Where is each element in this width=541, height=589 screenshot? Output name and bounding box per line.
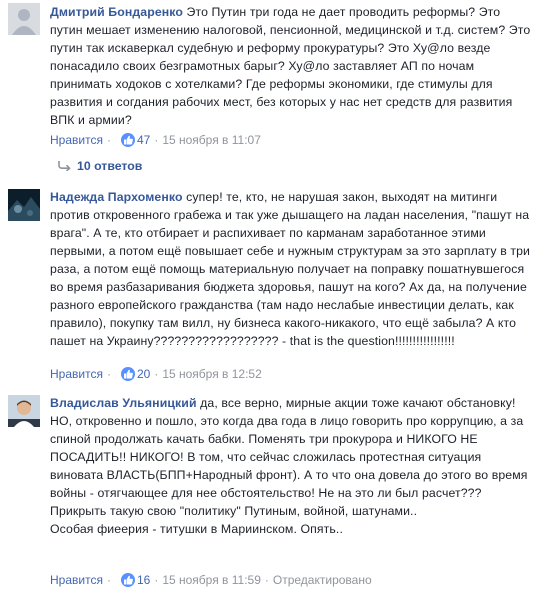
- avatar[interactable]: [8, 3, 40, 35]
- comment-date[interactable]: 15 ноября в 11:07: [162, 133, 261, 147]
- like-reaction-icon[interactable]: [120, 367, 135, 381]
- comment-actions: Нравится · 47 · 15 ноября в 11:07: [50, 131, 261, 149]
- separator-dot: ·: [106, 573, 111, 587]
- comment-2: Надежда Пархоменко супер! те, кто, не на…: [0, 184, 541, 384]
- edited-label[interactable]: Отредактировано: [273, 573, 372, 587]
- separator-dot: ·: [264, 573, 269, 587]
- comment-text: супер! те, кто, не нарушая закон, выходя…: [50, 190, 530, 348]
- like-button[interactable]: Нравится: [50, 133, 103, 147]
- separator-dot: ·: [154, 367, 159, 381]
- comment-body: Владислав Ульяницкий да, все верно, мирн…: [50, 394, 535, 538]
- comment-3: Владислав Ульяницкий да, все верно, мирн…: [0, 390, 541, 587]
- comment-author[interactable]: Надежда Пархоменко: [50, 190, 183, 204]
- separator-dot: ·: [106, 367, 111, 381]
- reaction-count[interactable]: 47: [137, 133, 150, 147]
- comment-text-paragraph: Особая фиеерия - титушки в Мариинском. О…: [50, 522, 343, 536]
- comment-date[interactable]: 15 ноября в 12:52: [162, 367, 261, 381]
- comment-body: Дмитрий Бондаренко Это Путин три года не…: [50, 3, 535, 129]
- like-button[interactable]: Нравится: [50, 367, 103, 381]
- reaction-count[interactable]: 20: [137, 367, 150, 381]
- comment-1: Дмитрий Бондаренко Это Путин три года не…: [0, 0, 541, 178]
- separator-dot: ·: [154, 573, 159, 587]
- reaction-count[interactable]: 16: [137, 573, 150, 587]
- separator-dot: ·: [106, 133, 111, 147]
- comment-date[interactable]: 15 ноября в 11:59: [162, 573, 261, 587]
- comment-author[interactable]: Владислав Ульяницкий: [50, 396, 197, 410]
- avatar[interactable]: [8, 189, 40, 221]
- comment-author[interactable]: Дмитрий Бондаренко: [50, 5, 183, 19]
- separator-dot: ·: [154, 133, 159, 147]
- avatar-image: [8, 189, 40, 221]
- comment-text-paragraph: НО, откровенно и пошло, это когда два го…: [50, 414, 528, 518]
- comment-body: Надежда Пархоменко супер! те, кто, не на…: [50, 188, 535, 350]
- avatar[interactable]: [8, 395, 40, 427]
- avatar-image: [8, 3, 40, 35]
- like-reaction-icon[interactable]: [120, 573, 135, 587]
- comment-text: да, все верно, мирные акции тоже качают …: [200, 396, 516, 410]
- view-replies-link[interactable]: 10 ответов: [58, 157, 142, 175]
- replies-count: 10 ответов: [77, 159, 143, 173]
- comment-actions: Нравится · 16 · 15 ноября в 11:59 · Отредактир…: [50, 571, 372, 589]
- like-button[interactable]: Нравится: [50, 573, 103, 587]
- comment-actions: Нравится · 20 · 15 ноября в 12:52: [50, 365, 262, 383]
- comment-text: Это Путин три года не дает проводить реф…: [50, 5, 531, 127]
- avatar-image: [8, 395, 40, 427]
- reply-arrow-icon: [58, 161, 71, 171]
- like-reaction-icon[interactable]: [120, 133, 135, 147]
